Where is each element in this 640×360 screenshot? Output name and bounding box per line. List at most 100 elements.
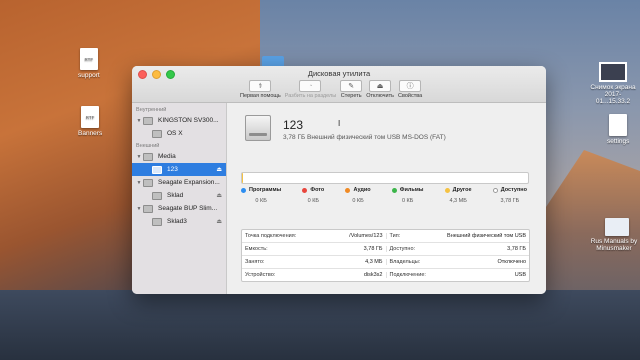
toolbar: ⚕ Первая помощь ◔ Разбить на разделы ✎ Стерет… [240, 80, 422, 99]
sidebar-item[interactable]: ▼ Seagate BUP Slim... [132, 202, 226, 215]
sidebar-item[interactable]: Sklad3 ⏏ [132, 215, 226, 228]
sidebar-item-label: OS X [167, 130, 183, 137]
wallpaper-valley [0, 290, 640, 360]
info-key: Подключение: [389, 272, 426, 278]
usage-bar [241, 172, 529, 184]
disclosure-triangle-icon[interactable]: ▼ [135, 154, 143, 160]
desktop-file-label: Снимок экрана 2017-01...15.33.2 [590, 84, 636, 105]
info-value: disk3s2 [363, 272, 383, 278]
toolbar-button-unmount[interactable]: ⏏ Отключить [366, 80, 394, 99]
legend-dot-icon [302, 187, 308, 193]
disk-icon [143, 152, 153, 161]
info-cell: Подключение: USB [385, 272, 530, 278]
info-row: Точка подключения: /Volumes/123 Тип: Внешни… [242, 230, 529, 243]
eject-icon[interactable]: ⏏ [216, 192, 222, 199]
legend-label: Программы [249, 187, 282, 193]
toolbar-button-label: Стереть [340, 93, 362, 99]
info-key: Устройство: [245, 272, 276, 278]
info-value: 3,78 ГБ [363, 246, 383, 252]
sidebar-item[interactable]: OS X [132, 127, 226, 140]
legend-item: Аудио 0 КБ [345, 187, 371, 204]
info-cell: Тип: Внешний физический том USB [385, 233, 530, 239]
info-row: Устройство: disk3s2 Подключение: USB [242, 269, 529, 281]
toolbar-button-label: Разбить на разделы [284, 93, 337, 99]
legend-label: Доступно [500, 187, 527, 193]
disclosure-triangle-icon[interactable]: ▼ [135, 180, 143, 186]
info-key: Занято: [245, 259, 265, 265]
legend-dot-icon [444, 187, 450, 193]
eject-icon[interactable]: ⏏ [216, 218, 222, 225]
info-cell: Занято: 4,3 МБ [242, 259, 386, 265]
volume-info-table: Точка подключения: /Volumes/123 Тип: Внешни… [241, 229, 530, 282]
disk-icon [152, 129, 162, 138]
legend-dot-icon [391, 187, 397, 193]
unmount-icon: ⏏ [369, 80, 392, 92]
legend-item: Доступно 3,78 ГБ [492, 187, 527, 204]
sidebar-item[interactable]: Sklad ⏏ [132, 189, 226, 202]
legend-label: Фото [310, 187, 325, 193]
sidebar-item-label: 123 [167, 166, 178, 173]
desktop-file-label: Banners [78, 130, 103, 137]
disk-icon [143, 116, 153, 125]
text-cursor-icon: I [338, 119, 341, 128]
toolbar-button-erase[interactable]: ✎ Стереть [340, 80, 363, 99]
sidebar-item[interactable]: ▼ KINGSTON SV300... [132, 114, 226, 127]
legend-label: Фильмы [399, 187, 424, 193]
toolbar-button-label: Первая помощь [240, 93, 281, 99]
legend-value: 0 КБ [307, 198, 320, 204]
info-key: Точка подключения: [245, 233, 297, 239]
desktop-file-label: support [78, 72, 100, 79]
eject-icon[interactable]: ⏏ [216, 166, 222, 173]
info-cell: Владельцы: Отключено [385, 259, 530, 265]
toolbar-button-info[interactable]: ⓘ Свойства [398, 80, 422, 99]
info-value: /Volumes/123 [349, 233, 383, 239]
legend-value: 0 КБ [255, 198, 267, 204]
legend-item: Другое 4,3 МБ [444, 187, 472, 204]
info-row: Занято: 4,3 МБ Владельцы: Отключено [242, 256, 529, 269]
toolbar-button-stethoscope[interactable]: ⚕ Первая помощь [240, 80, 281, 99]
sidebar-item[interactable]: ▼ Seagate Expansion... [132, 176, 226, 189]
toolbar-button-partition[interactable]: ◔ Разбить на разделы [285, 80, 336, 99]
sidebar-item-label: KINGSTON SV300... [158, 117, 219, 124]
disk-icon [143, 178, 153, 187]
titlebar: Дисковая утилита ⚕ Первая помощь ◔ Разбить … [132, 66, 546, 103]
volume-details: 123 3,78 ГБ Внешний физический том USB M… [227, 103, 546, 294]
info-cell: Устройство: disk3s2 [242, 272, 386, 278]
sidebar-item[interactable]: ▼ Media [132, 150, 226, 163]
legend-value: 4,3 МБ [449, 198, 467, 204]
disclosure-triangle-icon[interactable]: ▼ [135, 118, 143, 124]
sidebar-item-label: Seagate BUP Slim... [158, 205, 218, 212]
desktop-file-banners[interactable]: RTF Banners [78, 106, 102, 137]
desktop-file-support[interactable]: RTF support [78, 48, 100, 79]
disclosure-triangle-icon[interactable]: ▼ [135, 206, 143, 212]
sidebar-item-label: Seagate Expansion... [158, 179, 220, 186]
partition-icon: ◔ [299, 80, 322, 92]
sidebar-header-internal: Внутренний [136, 107, 167, 113]
sidebar-item[interactable]: 123 ⏏ [132, 163, 226, 176]
disk-utility-window: Дисковая утилита ⚕ Первая помощь ◔ Разбить … [132, 66, 546, 294]
desktop-file-settings[interactable]: settings [607, 114, 629, 145]
info-value: 3,78 ГБ [507, 246, 526, 252]
stethoscope-icon: ⚕ [249, 80, 272, 92]
volume-drive-icon [245, 115, 271, 141]
legend-dot-icon [241, 187, 246, 193]
file-icon [609, 114, 628, 136]
rtf-file-icon: RTF [79, 48, 98, 70]
legend-value: 0 КБ [352, 198, 364, 204]
info-key: Емкость: [245, 246, 268, 252]
info-cell: Точка подключения: /Volumes/123 [242, 233, 386, 239]
info-icon: ⓘ [399, 80, 422, 92]
toolbar-button-label: Свойства [398, 93, 423, 99]
desktop-folder-rus-manuals[interactable]: Rus Manuals by Minusmaker [591, 218, 638, 252]
legend-dot-icon [345, 187, 351, 193]
desktop-screenshot[interactable]: Снимок экрана 2017-01...15.33.2 [588, 62, 638, 105]
erase-icon: ✎ [340, 80, 363, 92]
window-title: Дисковая утилита [307, 69, 371, 78]
info-key: Доступно: [389, 246, 416, 252]
legend-item: Программы 0 КБ [241, 187, 281, 204]
disk-icon [152, 217, 162, 226]
usage-bar-fill [242, 173, 244, 183]
toolbar-button-label: Отключить [366, 93, 394, 99]
legend-item: Фото 0 КБ [302, 187, 324, 204]
legend-value: 0 КБ [401, 198, 414, 204]
